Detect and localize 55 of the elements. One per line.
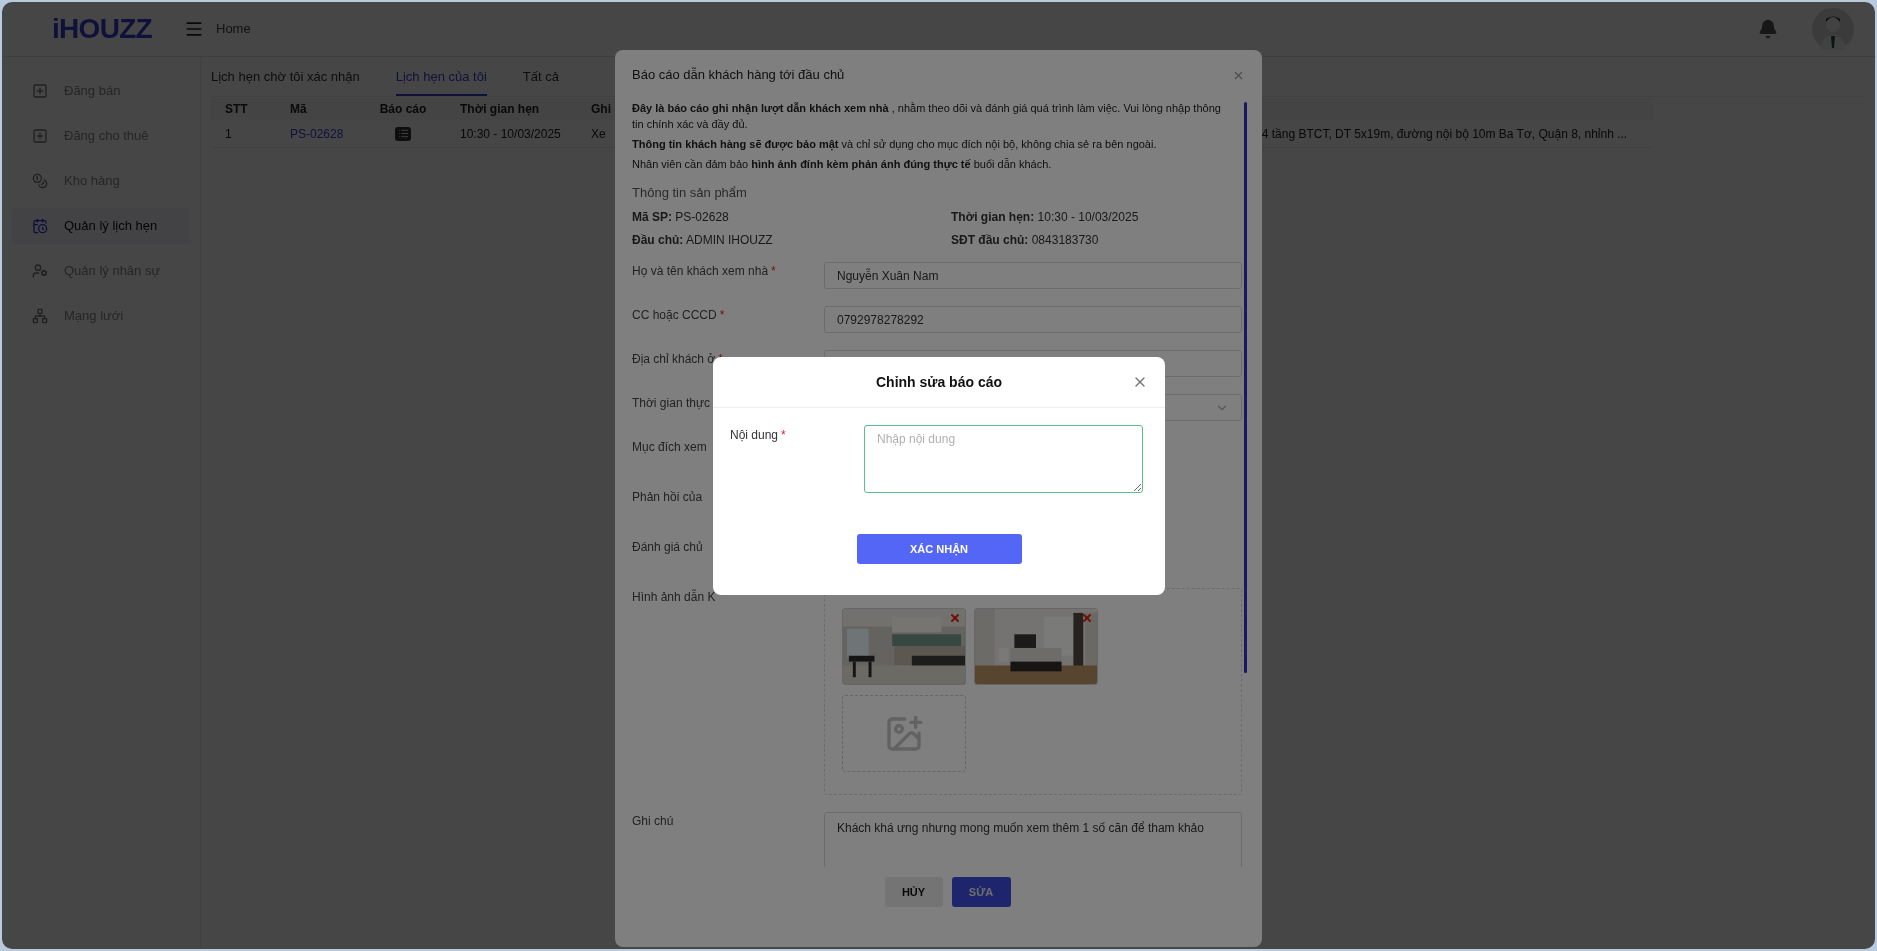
menu-item-icon <box>32 263 48 279</box>
text-field[interactable]: 0792978278292 <box>824 306 1242 333</box>
field-label: Ghi chú <box>632 814 674 828</box>
confirm-button[interactable]: XÁC NHẬN <box>856 534 1022 564</box>
info-text: Đầu chủ: ADMIN IHOUZZ <box>632 232 774 249</box>
intro-paragraph: Thông tin khách hàng sẽ được bảo mật và chỉ sử dụng cho mục đích nội bộ, không chia sẻ ra bên ngoài. <box>632 137 1158 152</box>
section-title: Thông tin sản phẩm <box>632 184 748 202</box>
field-label: Đánh giá chủ <box>632 540 703 554</box>
bell-icon[interactable] <box>1758 19 1778 39</box>
required-mark: * <box>771 264 776 278</box>
menu-item-icon <box>32 128 48 144</box>
menu-item-icon <box>32 218 48 234</box>
table-cell-text: 4 tầng BTCT, DT 5x19m, đường nội bộ 10m Ba Tơ, Quận 8, nhỉnh ... <box>1261 125 1628 143</box>
menu-item-icon <box>32 83 48 99</box>
table-cell-text: 1 <box>224 125 233 143</box>
menu-icon[interactable] <box>184 19 204 39</box>
edit-button[interactable]: SỬA <box>951 877 1011 907</box>
cancel-button[interactable]: HỦY <box>884 877 943 907</box>
field-label: Địa chỉ khách ở <box>632 352 716 366</box>
add-image-button[interactable] <box>842 695 966 772</box>
info-text: Mã SP: PS-02628 <box>632 209 730 226</box>
column-header: Thời gian hẹn <box>459 101 541 118</box>
menu-item-icon <box>32 308 48 324</box>
required-mark: * <box>719 308 725 322</box>
dialog-title: Báo cáo dẫn khách hàng tới đầu chủ <box>632 66 845 85</box>
info-text: SĐT đầu chủ: 0843183730 <box>950 232 1100 249</box>
column-header: Ghi <box>590 101 611 118</box>
tab[interactable]: Tất cả <box>522 60 559 96</box>
intro-paragraph: Đây là báo cáo ghi nhận lượt dẫn khách xem nhà , nhằm theo dõi và đánh giá quá trình làm việc. Vui lòng nhập thông tin chính xác và đầy đủ. <box>632 101 1222 132</box>
field-label: CC hoặc CCCD <box>632 308 717 322</box>
tab[interactable]: Lịch hẹn chờ tôi xác nhận <box>211 60 360 96</box>
scrollbar-thumb[interactable] <box>1244 102 1247 673</box>
report-icon[interactable] <box>395 126 411 141</box>
required-mark: * <box>781 428 786 442</box>
info-text: Thời gian hẹn: 10:30 - 10/03/2025 <box>950 209 1140 226</box>
field-label: Họ và tên khách xem nhà <box>632 264 769 278</box>
column-header: Mã <box>289 101 308 118</box>
menu-item-icon <box>32 173 48 189</box>
intro-paragraph: Nhân viên cần đảm bảo hình ảnh đính kèm phản ánh đúng thực tế buổi dẫn khách. <box>632 157 1053 172</box>
text-field[interactable]: Nguyễn Xuân Nam <box>824 262 1242 289</box>
image-add-icon <box>884 713 924 754</box>
column-header: STT <box>224 101 249 118</box>
table-cell-text: Xe <box>591 125 606 143</box>
field-label: Nội dung <box>730 428 779 442</box>
table-cell-text: 10:30 - 10/03/2025 <box>459 125 562 143</box>
dialog-title: Chỉnh sửa báo cáo <box>875 372 1003 392</box>
avatar[interactable] <box>1812 8 1854 50</box>
field-label: Phản hồi của <box>632 490 703 504</box>
delete-icon[interactable] <box>949 612 961 624</box>
content-field[interactable]: Nhập nội dung <box>864 425 1143 493</box>
delete-icon[interactable] <box>1081 612 1093 624</box>
field-label: Mục đích xem <box>632 440 707 454</box>
field-label: Thời gian thực <box>632 396 710 410</box>
column-header: Báo cáo <box>378 101 428 118</box>
field-label: Hình ảnh dẫn K <box>632 590 716 604</box>
